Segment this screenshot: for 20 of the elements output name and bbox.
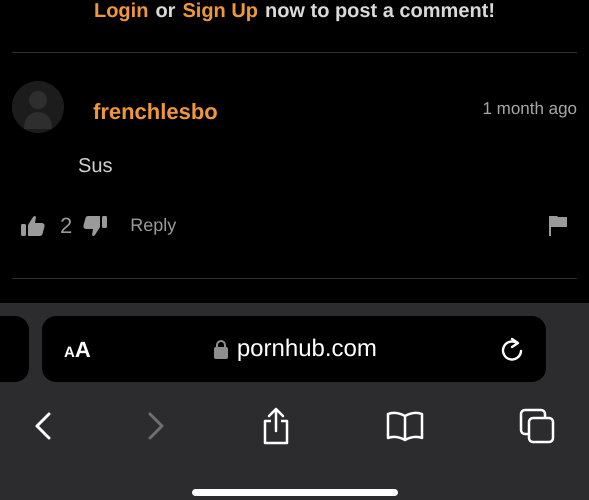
- reply-button[interactable]: Reply: [130, 212, 176, 239]
- prompt-text: now to post a comment!: [264, 1, 495, 20]
- username-link[interactable]: frenchlesbo: [93, 94, 218, 128]
- thumbs-down-icon[interactable]: [82, 214, 108, 238]
- text-size-button[interactable]: AA: [64, 332, 91, 366]
- book-icon[interactable]: [386, 410, 424, 442]
- vote-count: 2: [60, 212, 72, 240]
- tabs-icon[interactable]: [519, 408, 555, 444]
- url-text: pornhub.com: [236, 334, 377, 364]
- address-bar[interactable]: AA pornhub.com: [42, 316, 546, 382]
- comment-text: Sus: [78, 155, 112, 177]
- comment-time: 1 month ago: [482, 98, 577, 120]
- login-link[interactable]: Login: [94, 1, 148, 20]
- flag-icon[interactable]: [548, 214, 568, 236]
- login-link[interactable]: Sign Up: [182, 1, 258, 20]
- thumbs-up-icon[interactable]: [20, 214, 46, 238]
- prompt-text: or: [155, 1, 176, 20]
- avatar-icon: [12, 81, 64, 133]
- back-icon[interactable]: [34, 411, 52, 441]
- reload-icon[interactable]: [500, 336, 524, 362]
